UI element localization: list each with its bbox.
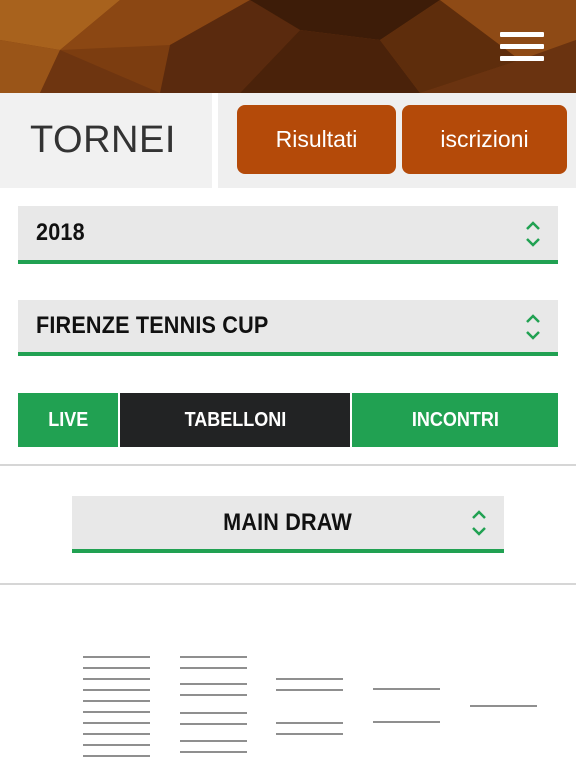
tournament-select-value: FIRENZE TENNIS CUP bbox=[36, 312, 269, 339]
tournament-select[interactable]: FIRENZE TENNIS CUP bbox=[18, 300, 558, 356]
draw-select[interactable]: MAIN DRAW bbox=[72, 496, 504, 553]
bracket-line bbox=[470, 705, 537, 707]
bracket-line bbox=[276, 722, 343, 724]
bracket-line bbox=[276, 678, 343, 680]
tab-tabelloni[interactable]: TABELLONI bbox=[120, 393, 350, 447]
bracket-line bbox=[83, 700, 150, 702]
header-banner bbox=[0, 0, 576, 93]
results-button[interactable]: Risultati bbox=[237, 105, 396, 174]
bracket-line bbox=[180, 683, 247, 685]
section-divider bbox=[0, 464, 576, 466]
bracket-line bbox=[83, 711, 150, 713]
bracket-line bbox=[276, 733, 343, 735]
bracket-line bbox=[180, 740, 247, 742]
updown-chevron-icon bbox=[526, 221, 540, 247]
bracket-line bbox=[180, 656, 247, 658]
bracket-line bbox=[83, 744, 150, 746]
hamburger-icon-bar bbox=[500, 32, 544, 37]
menu-button[interactable] bbox=[500, 32, 544, 62]
updown-chevron-icon bbox=[526, 314, 540, 340]
year-select-value: 2018 bbox=[36, 219, 85, 246]
tab-incontri[interactable]: INCONTRI bbox=[352, 393, 558, 447]
signup-button[interactable]: iscrizioni bbox=[402, 105, 567, 174]
bracket-line bbox=[180, 751, 247, 753]
updown-chevron-icon bbox=[472, 510, 486, 536]
page-title-box: TORNEI bbox=[0, 93, 218, 188]
hamburger-icon-bar bbox=[500, 44, 544, 49]
tab-tabelloni-label: TABELLONI bbox=[184, 408, 286, 431]
tab-live[interactable]: LIVE bbox=[18, 393, 118, 447]
section-tabs: LIVE TABELLONI INCONTRI bbox=[18, 393, 558, 447]
bracket-line bbox=[373, 721, 440, 723]
year-select[interactable]: 2018 bbox=[18, 206, 558, 264]
bracket-line bbox=[83, 733, 150, 735]
header-background bbox=[0, 0, 576, 93]
bracket-line bbox=[180, 667, 247, 669]
bracket-line bbox=[83, 656, 150, 658]
bracket-line bbox=[83, 667, 150, 669]
section-divider bbox=[0, 583, 576, 585]
title-bar: TORNEI Risultati iscrizioni bbox=[0, 93, 576, 188]
draw-select-value: MAIN DRAW bbox=[223, 508, 353, 536]
bracket-line bbox=[180, 694, 247, 696]
bracket-line bbox=[83, 678, 150, 680]
bracket-line bbox=[373, 688, 440, 690]
tab-incontri-label: INCONTRI bbox=[411, 408, 499, 431]
bracket-line bbox=[180, 712, 247, 714]
bracket-line bbox=[180, 723, 247, 725]
tab-live-label: LIVE bbox=[47, 408, 88, 431]
bracket-line bbox=[83, 689, 150, 691]
bracket-line bbox=[83, 755, 150, 757]
bracket-line bbox=[83, 722, 150, 724]
page-title: TORNEI bbox=[30, 119, 176, 161]
hamburger-icon-bar bbox=[500, 56, 544, 61]
bracket-line bbox=[276, 689, 343, 691]
